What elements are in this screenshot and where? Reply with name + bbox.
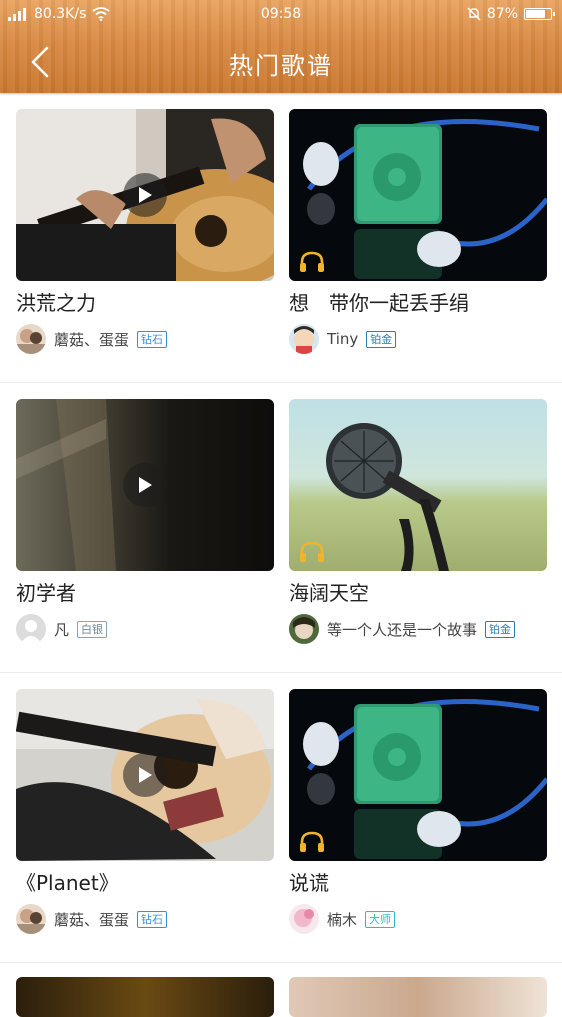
avatar[interactable] xyxy=(289,614,319,644)
play-icon[interactable] xyxy=(123,173,167,217)
song-row: 《Planet》 蘑菇、蛋蛋 钻石 说谎 楠木 大师 xyxy=(0,673,562,963)
rank-badge: 白银 xyxy=(77,620,108,638)
author-meta: 凡白银 xyxy=(16,613,274,645)
app-header: 80.3K/s 09:58 87% 热门歌谱 xyxy=(0,0,562,93)
headphones-icon xyxy=(299,251,325,273)
battery-icon xyxy=(524,8,555,20)
song-card[interactable]: 《Planet》蘑菇、蛋蛋 钻石 xyxy=(16,689,274,935)
song-thumbnail[interactable] xyxy=(16,689,274,861)
play-icon[interactable] xyxy=(123,463,167,507)
author-name[interactable]: 等一个人还是一个故事 xyxy=(327,619,477,640)
next-row-peek xyxy=(0,963,562,1017)
author-meta: Tiny 铂金 xyxy=(289,323,547,355)
song-thumbnail[interactable] xyxy=(16,399,274,571)
song-title: 海阔天空 xyxy=(289,581,369,605)
song-title: 说谎 xyxy=(289,871,329,895)
headphones-icon xyxy=(299,831,325,853)
page-title: 热门歌谱 xyxy=(229,52,333,80)
song-title: 想 带你一起丢手绢 xyxy=(289,291,469,315)
song-thumbnail[interactable] xyxy=(289,399,547,571)
author-name[interactable]: Tiny xyxy=(327,330,358,348)
avatar[interactable] xyxy=(289,904,319,934)
song-thumbnail[interactable] xyxy=(289,689,547,861)
rank-badge: 铂金 xyxy=(485,620,516,638)
headphones-icon xyxy=(299,541,325,563)
song-thumbnail[interactable] xyxy=(289,109,547,281)
title-bar: 热门歌谱 xyxy=(0,30,562,93)
song-row: 洪荒之力 蘑菇、蛋蛋 钻石想 带你一起丢手绢 Tiny 铂金 xyxy=(0,93,562,383)
avatar[interactable] xyxy=(16,904,46,934)
rank-badge: 铂金 xyxy=(366,330,397,348)
avatar[interactable] xyxy=(16,324,46,354)
song-title: 初学者 xyxy=(16,581,76,605)
song-card[interactable]: 海阔天空等一个人还是一个故事 铂金 xyxy=(289,399,547,645)
song-card[interactable]: 洪荒之力蘑菇、蛋蛋 钻石 xyxy=(16,109,274,355)
author-name[interactable]: 蘑菇、蛋蛋 xyxy=(54,329,129,350)
author-meta: 等一个人还是一个故事 铂金 xyxy=(289,613,547,645)
song-card[interactable]: 初学者凡白银 xyxy=(16,399,274,645)
song-title: 《Planet》 xyxy=(16,871,119,895)
rank-badge: 大师 xyxy=(365,910,396,928)
song-thumbnail[interactable] xyxy=(289,977,547,1017)
play-icon[interactable] xyxy=(123,753,167,797)
battery-percent: 87% xyxy=(486,6,518,22)
author-meta: 蘑菇、蛋蛋 钻石 xyxy=(16,323,274,355)
avatar[interactable] xyxy=(16,614,46,644)
avatar[interactable] xyxy=(289,324,319,354)
author-meta: 楠木 大师 xyxy=(289,903,547,935)
song-thumbnail[interactable] xyxy=(16,109,274,281)
song-row: 初学者凡白银 海阔天空 等一个人还是一个故事 铂金 xyxy=(0,383,562,673)
rank-badge: 钻石 xyxy=(137,330,168,348)
status-bar: 80.3K/s 09:58 87% xyxy=(0,0,562,30)
author-meta: 蘑菇、蛋蛋 钻石 xyxy=(16,903,274,935)
author-name[interactable]: 楠木 xyxy=(327,909,357,930)
rank-badge: 钻石 xyxy=(137,910,168,928)
song-card[interactable]: 说谎楠木 大师 xyxy=(289,689,547,935)
song-thumbnail[interactable] xyxy=(16,977,274,1017)
author-name[interactable]: 蘑菇、蛋蛋 xyxy=(54,909,129,930)
song-grid: 洪荒之力 蘑菇、蛋蛋 钻石想 带你一起丢手绢 Tiny 铂金 初学者凡白银 海阔天空 等一个人… xyxy=(0,93,562,1017)
song-title: 洪荒之力 xyxy=(16,291,96,315)
mute-bell-icon xyxy=(467,7,481,21)
author-name[interactable]: 凡 xyxy=(54,619,69,640)
song-card[interactable]: 想 带你一起丢手绢 Tiny 铂金 xyxy=(289,109,547,355)
